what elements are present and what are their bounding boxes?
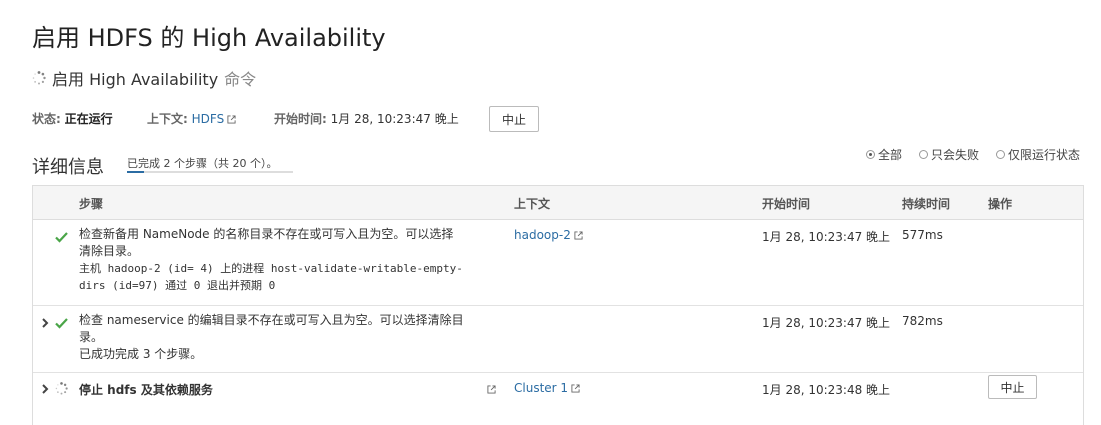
external-link-icon [571, 384, 580, 393]
step-start-time: 1月 28, 10:23:48 晚上 [762, 383, 891, 397]
header-start-time: 开始时间 [762, 197, 811, 211]
context-label: 上下文: [147, 112, 188, 126]
cluster-link-text: Cluster 1 [514, 381, 569, 395]
filter-running-only[interactable]: 仅限运行状态 [996, 146, 1080, 163]
expand-chevron-icon[interactable] [41, 318, 49, 328]
table-header: 步骤 上下文 开始时间 持续时间 操作 [33, 186, 1083, 220]
command-suffix: 命令 [224, 70, 257, 89]
external-link-icon [227, 115, 236, 124]
table-row: 检查新备用 NameNode 的名称目录不存在或可写入且为空。可以选择 清除目录… [33, 220, 1083, 306]
success-check-icon [55, 232, 68, 243]
step-detail-line: 主机 hadoop-2 (id= 4) 上的进程 host-validate-w… [79, 262, 463, 275]
host-link[interactable]: hadoop-2 [514, 228, 583, 242]
step-title-line: 清除目录。 [79, 244, 140, 258]
context-field: 上下文: HDFS [147, 110, 236, 127]
status-label: 状态: [32, 112, 61, 126]
filter-failed-only[interactable]: 只会失败 [919, 146, 979, 163]
step-start-time: 1月 28, 10:23:47 晚上 [762, 316, 891, 330]
progress-bar [127, 171, 293, 173]
abort-step-button[interactable]: 中止 [988, 375, 1037, 399]
step-duration: 782ms [902, 314, 943, 328]
command-header: 启用 High Availability 命令 [32, 66, 256, 90]
step-title-line: 检查新备用 NameNode 的名称目录不存在或可写入且为空。可以选择 [79, 227, 454, 241]
step-start-time: 1月 28, 10:23:47 晚上 [762, 230, 891, 244]
radio-failed-icon [919, 150, 928, 159]
header-step: 步骤 [79, 197, 104, 211]
filter-running-label: 仅限运行状态 [1008, 148, 1081, 162]
page-title: 启用 HDFS 的 High Availability [32, 24, 386, 52]
status-value: 正在运行 [64, 112, 113, 126]
table-row: 停止 hdfs 及其依赖服务 Cluster 1 1月 28, 10:23:48… [33, 373, 1083, 413]
filter-all[interactable]: 全部 [866, 146, 902, 163]
step-title-line: 检查 nameservice 的编辑目录不存在或可写入且为空。可以选择清除目 [79, 313, 464, 327]
status-field: 状态: 正在运行 [32, 110, 113, 127]
step-duration: 577ms [902, 228, 943, 242]
start-time-field: 开始时间: 1月 28, 10:23:47 晚上 [274, 110, 459, 127]
filter-failed-label: 只会失败 [931, 148, 980, 162]
step-title-line: 录。 [79, 330, 104, 344]
filter-all-label: 全部 [878, 148, 903, 162]
table-row: 检查 nameservice 的编辑目录不存在或可写入且为空。可以选择清除目 录… [33, 306, 1083, 373]
start-time-value: 1月 28, 10:23:47 晚上 [330, 112, 459, 126]
step-detail-line: 已成功完成 3 个步骤。 [79, 347, 203, 361]
header-duration: 持续时间 [902, 197, 951, 211]
step-description: 检查新备用 NameNode 的名称目录不存在或可写入且为空。可以选择 清除目录… [79, 226, 499, 294]
step-description: 检查 nameservice 的编辑目录不存在或可写入且为空。可以选择清除目 录… [79, 312, 499, 363]
details-title: 详细信息 [32, 157, 104, 178]
radio-all-icon [866, 150, 875, 159]
expand-chevron-icon[interactable] [41, 384, 49, 394]
step-detail-line: dirs (id=97) 通过 0 退出并预期 0 [79, 279, 276, 292]
step-title: 停止 hdfs 及其依赖服务 [79, 383, 213, 397]
header-actions: 操作 [988, 197, 1013, 211]
context-link[interactable]: HDFS [192, 112, 237, 126]
radio-running-icon [996, 150, 1005, 159]
context-link-text: HDFS [191, 112, 225, 126]
spinner-icon [32, 71, 46, 85]
progress-text: 已完成 2 个步骤（共 20 个）。 [127, 157, 278, 170]
start-time-label: 开始时间: [274, 112, 327, 126]
command-title: 启用 High Availability [52, 70, 219, 89]
external-link-icon[interactable] [487, 385, 496, 394]
abort-command-button[interactable]: 中止 [489, 106, 539, 132]
steps-table: 步骤 上下文 开始时间 持续时间 操作 检查新备用 NameNode 的名称目录… [32, 185, 1084, 425]
spinner-icon [55, 382, 68, 395]
external-link-icon [574, 231, 583, 240]
host-link-text: hadoop-2 [514, 228, 571, 242]
progress-bar-fill [127, 171, 144, 173]
cluster-link[interactable]: Cluster 1 [514, 381, 580, 395]
success-check-icon [55, 318, 68, 329]
header-context: 上下文 [514, 197, 551, 211]
